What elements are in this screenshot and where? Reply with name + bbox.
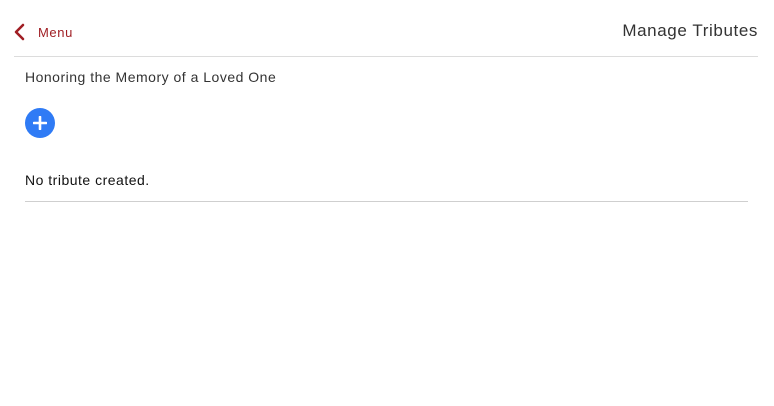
add-tribute-button[interactable] [25, 108, 55, 138]
section-heading: Honoring the Memory of a Loved One [25, 69, 277, 85]
divider [25, 201, 748, 202]
header-bar: Menu Manage Tributes [14, 0, 758, 57]
plus-icon [33, 116, 47, 130]
back-label: Menu [38, 24, 73, 40]
empty-state-message: No tribute created. [25, 172, 150, 188]
chevron-left-icon [14, 23, 26, 41]
page-title: Manage Tributes [622, 21, 758, 40]
back-to-menu-button[interactable]: Menu [14, 22, 73, 42]
